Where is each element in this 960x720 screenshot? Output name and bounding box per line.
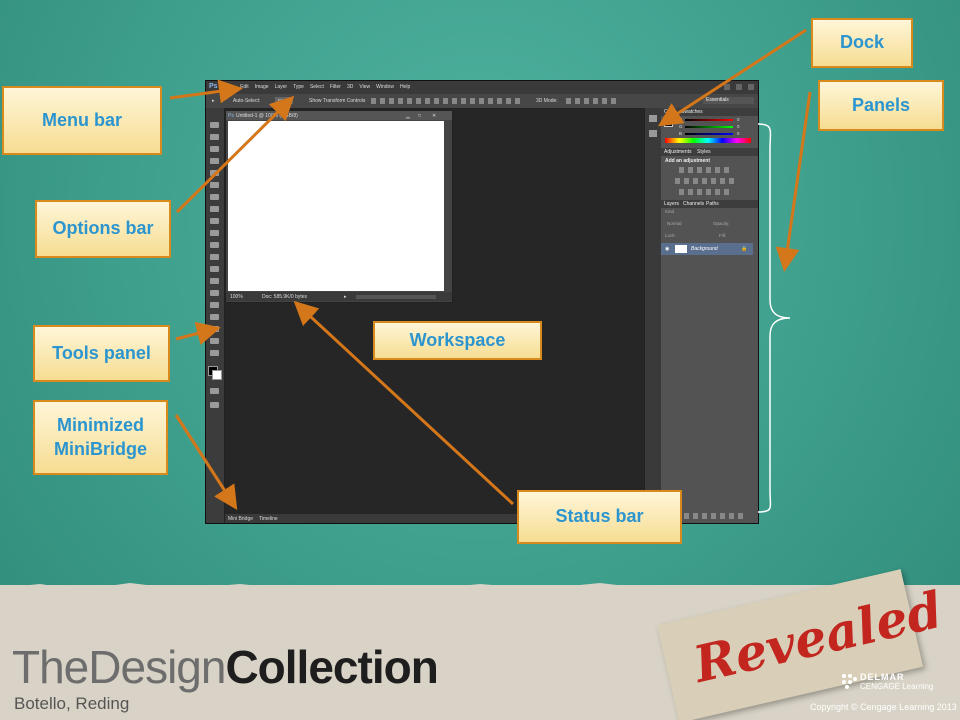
arrow-dock: [657, 28, 807, 127]
panels-brace: [757, 123, 791, 513]
arrow-status-bar: [293, 300, 515, 506]
arrow-panels: [775, 91, 812, 272]
slide: Ps File Edit Image Layer Type Select Fil…: [0, 0, 960, 720]
brand-title-light: TheDesign: [12, 641, 226, 693]
authors: Botello, Reding: [14, 694, 130, 713]
arrow-options-bar: [175, 95, 295, 214]
arrow-menu-bar: [169, 79, 243, 104]
publisher-line2: CENGAGE Learning: [860, 682, 934, 691]
arrow-tools-panel: [175, 321, 221, 346]
publisher-line1: DELMAR: [860, 672, 905, 682]
publisher-logo: DELMAR CENGAGE Learning: [840, 672, 950, 694]
delmar-dots-icon: [842, 674, 857, 689]
brand-title-bold: Collection: [225, 641, 438, 693]
copyright: Copyright © Cengage Learning 2013: [810, 702, 957, 712]
arrow-minibridge: [174, 414, 238, 511]
brand-title: TheDesignCollection: [12, 640, 439, 694]
